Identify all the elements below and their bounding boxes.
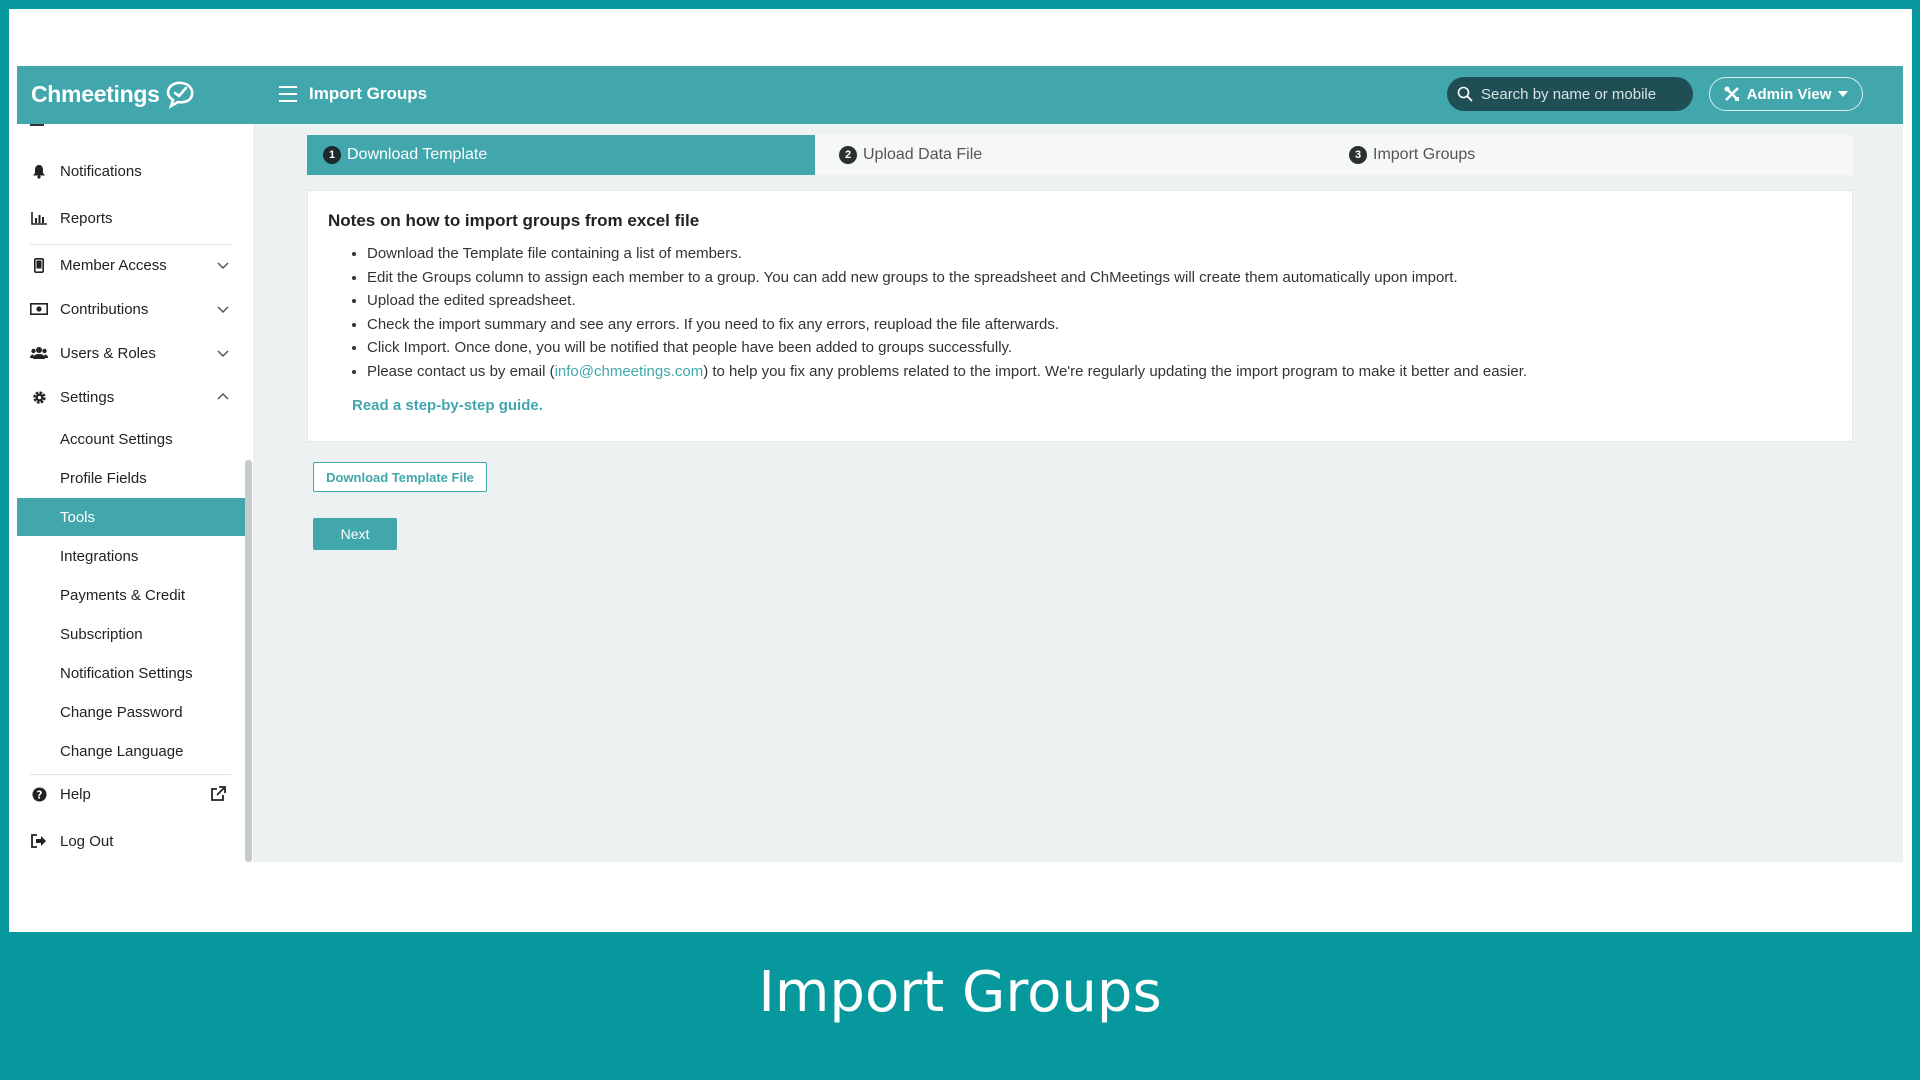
step-import-groups[interactable]: 3 Import Groups [1335,135,1835,175]
gear-icon [30,388,48,406]
sidebar-item-label: Users & Roles [60,344,156,362]
list-item: Click Import. Once done, you will be not… [367,336,1527,360]
admin-view-label: Admin View [1746,85,1832,103]
sidebar-item-label: Notifications [60,162,142,180]
mobile-icon [30,256,48,274]
question-circle-icon: ? [30,785,48,803]
step-number: 3 [1349,146,1367,164]
users-icon [30,344,48,362]
logo-text: Chmeetings [31,80,160,107]
notes-title: Notes on how to import groups from excel… [328,211,700,230]
next-button[interactable]: Next [313,518,397,550]
download-template-button[interactable]: Download Template File [313,462,487,492]
contact-prefix: Please contact us by email ( [367,362,555,380]
step-number: 1 [323,146,341,164]
sidebar-sub-integrations[interactable]: Integrations [17,537,245,575]
sidebar-sub-tools[interactable]: Tools [17,498,245,536]
chevron-down-icon [217,306,229,314]
chevron-down-icon [217,350,229,358]
sidebar-sub-label: Change Language [60,742,184,760]
step-upload-data-file[interactable]: 2 Upload Data File [825,135,1325,175]
search-input[interactable] [1479,84,1683,104]
step-download-template[interactable]: 1 Download Template [307,135,815,175]
sidebar-item-label: Reports [60,209,113,227]
list-item: Please contact us by email (info@chmeeti… [367,360,1527,384]
sidebar-top-cut [17,124,245,134]
sidebar-item-label: Contributions [60,300,149,318]
tools-icon [1724,86,1739,101]
svg-text:?: ? [36,789,42,801]
sidebar-sub-account-settings[interactable]: Account Settings [17,420,245,458]
sidebar-sub-label: Tools [60,508,96,526]
sidebar-sub-label: Subscription [60,625,143,643]
page-title: Import Groups [309,84,428,103]
search-bar[interactable] [1447,77,1693,111]
sidebar-sub-label: Notification Settings [60,664,193,682]
sidebar-item-settings[interactable]: Settings [17,378,245,416]
step-label: Upload Data File [863,146,983,163]
admin-view-button[interactable]: Admin View [1709,77,1863,111]
sidebar: Notifications Reports Member Access Cont… [17,124,253,862]
sidebar-item-contributions[interactable]: Contributions [17,290,245,328]
menu-icon[interactable] [279,86,297,102]
sidebar-sub-label: Profile Fields [60,469,147,487]
top-bar: Chmeetings Import Groups Admin View [17,66,1903,124]
sign-out-icon [30,832,48,850]
step-by-step-guide-link[interactable]: Read a step-by-step guide. [352,397,543,414]
sidebar-sub-label: Integrations [60,547,139,565]
step-number: 2 [839,146,857,164]
sidebar-item-member-access[interactable]: Member Access [17,246,245,284]
sidebar-sub-profile-fields[interactable]: Profile Fields [17,459,245,497]
sidebar-item-reports[interactable]: Reports [17,199,245,237]
notes-card: Notes on how to import groups from excel… [307,190,1853,442]
sidebar-item-label: Help [60,785,91,803]
list-item: Check the import summary and see any err… [367,313,1527,337]
external-link-icon [211,786,226,801]
sidebar-item-label: Member Access [60,256,167,274]
sidebar-sub-change-language[interactable]: Change Language [17,732,245,770]
step-label: Import Groups [1373,146,1476,163]
logo[interactable]: Chmeetings [31,79,196,109]
caret-down-icon [1838,91,1849,97]
sidebar-sub-label: Change Password [60,703,183,721]
notes-list: Download the Template file containing a … [328,242,1527,384]
list-item: Upload the edited spreadsheet. [367,289,1527,313]
sidebar-item-label: Settings [60,388,115,406]
sidebar-sub-label: Payments & Credit [60,586,186,604]
sidebar-sub-change-password[interactable]: Change Password [17,693,245,731]
contact-suffix: ) to help you fix any problems related t… [703,362,1528,380]
step-label: Download Template [347,146,488,163]
speech-bubble-icon [166,81,194,109]
divider [30,244,231,245]
bar-chart-icon [30,209,48,227]
app-window: Chmeetings Import Groups Admin View [17,66,1903,862]
sidebar-sub-notification-settings[interactable]: Notification Settings [17,654,245,692]
list-item: Download the Template file containing a … [367,242,1527,266]
money-icon [30,300,48,318]
sidebar-sub-label: Account Settings [60,430,173,448]
sidebar-item-notifications[interactable]: Notifications [17,152,245,190]
sidebar-item-label: Log Out [60,832,114,850]
chevron-up-icon [217,392,229,400]
sidebar-scrollbar[interactable] [245,460,252,862]
list-item: Edit the Groups column to assign each me… [367,266,1527,290]
sidebar-item-users-roles[interactable]: Users & Roles [17,334,245,372]
bell-icon [30,162,48,180]
caption: Import Groups [758,960,1162,1025]
sidebar-item-help[interactable]: ? Help [17,775,245,813]
import-steps: 1 Download Template 2 Upload Data File 3… [307,135,1853,175]
sidebar-sub-payments-credit[interactable]: Payments & Credit [17,576,245,614]
sidebar-sub-subscription[interactable]: Subscription [17,615,245,653]
search-icon [1457,86,1473,102]
sidebar-item-logout[interactable]: Log Out [17,822,245,860]
contact-email-link[interactable]: info@chmeetings.com [555,363,704,380]
chevron-down-icon [217,262,229,270]
